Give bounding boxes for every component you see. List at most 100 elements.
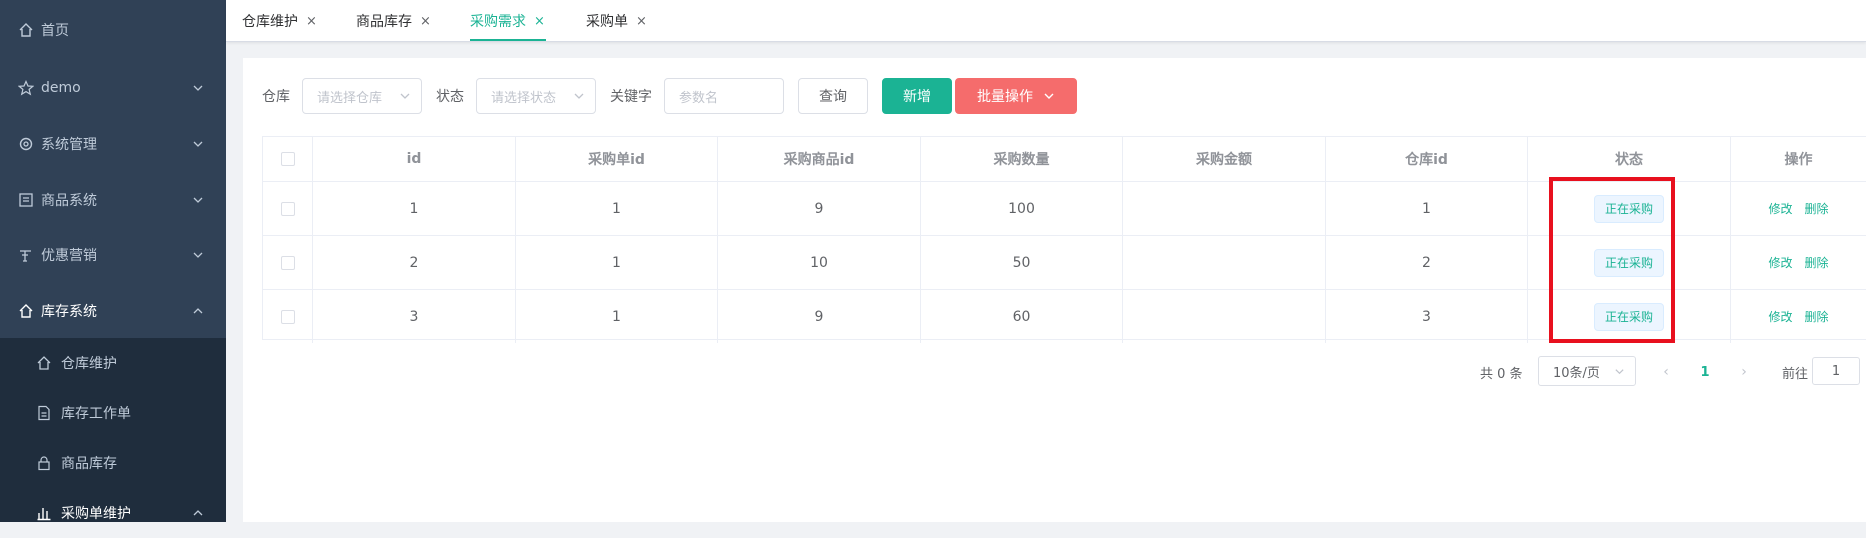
cell-sku-id: 9 — [718, 182, 921, 235]
home-icon — [36, 355, 52, 371]
product-icon — [18, 192, 34, 208]
next-page-button[interactable]: › — [1730, 358, 1758, 386]
chevron-up-icon — [193, 510, 203, 516]
edit-link[interactable]: 修改 — [1768, 200, 1792, 217]
cell-id: 3 — [313, 290, 516, 343]
page-size-value: 10条/页 — [1553, 365, 1600, 381]
checkbox[interactable] — [280, 201, 295, 216]
warehouse-placeholder: 请选择仓库 — [317, 90, 383, 106]
batch-operation-label: 批量操作 — [977, 89, 1033, 105]
header-sku-id: 采购商品id — [718, 137, 921, 181]
keyword-placeholder: 参数名 — [679, 90, 719, 106]
tabs-bar: 仓库维护 × 商品库存 × 采购需求 × 采购单 × — [226, 0, 1866, 42]
prev-page-button[interactable]: ‹ — [1652, 358, 1680, 386]
sidebar-item-label: 优惠营销 — [41, 248, 97, 264]
header-select-all[interactable] — [263, 137, 313, 181]
sidebar-subitem-label: 仓库维护 — [61, 356, 117, 372]
edit-link[interactable]: 修改 — [1768, 254, 1792, 271]
sidebar-subitem-stock[interactable]: 商品库存 — [0, 438, 226, 488]
cell-status: 正在采购 — [1528, 290, 1731, 343]
row-checkbox-cell[interactable] — [263, 290, 313, 343]
sidebar-subitem-purchase[interactable]: 采购单维护 — [0, 488, 226, 538]
cell-warehouse-id: 2 — [1326, 236, 1528, 289]
pagination-total: 共 0 条 — [1480, 367, 1523, 382]
close-icon[interactable]: × — [534, 14, 545, 29]
tab-stock[interactable]: 商品库存 × — [356, 0, 431, 42]
sidebar-item-home[interactable]: 首页 — [0, 2, 226, 58]
header-quantity: 采购数量 — [921, 137, 1123, 181]
edit-link[interactable]: 修改 — [1768, 308, 1792, 325]
header-amount: 采购金额 — [1123, 137, 1326, 181]
chevron-down-icon — [193, 85, 203, 91]
sidebar: 首页 demo 系统管理 商品系统 优惠营销 库存系统 仓库维护 库存工作单 商… — [0, 0, 226, 522]
delete-link[interactable]: 删除 — [1805, 200, 1829, 217]
cell-sku-id: 9 — [718, 290, 921, 343]
warehouse-label: 仓库 — [262, 89, 290, 105]
close-icon[interactable]: × — [636, 14, 647, 29]
lock-icon — [36, 455, 52, 471]
keyword-label: 关键字 — [610, 89, 652, 105]
goto-page-input[interactable]: 1 — [1812, 357, 1860, 385]
close-icon[interactable]: × — [306, 14, 317, 29]
status-select[interactable]: 请选择状态 — [476, 78, 596, 114]
tab-purchase-demand[interactable]: 采购需求 × — [470, 0, 545, 42]
page-size-select[interactable]: 10条/页 — [1538, 356, 1636, 386]
batch-operation-button[interactable]: 批量操作 — [955, 78, 1077, 114]
home-icon — [18, 303, 34, 319]
status-placeholder: 请选择状态 — [491, 90, 557, 106]
cell-status: 正在采购 — [1528, 182, 1731, 235]
sidebar-subitem-workorder[interactable]: 库存工作单 — [0, 388, 226, 438]
tab-purchase-order[interactable]: 采购单 × — [586, 0, 647, 42]
query-button[interactable]: 查询 — [798, 78, 868, 114]
gear-icon — [18, 136, 34, 152]
cell-warehouse-id: 1 — [1326, 182, 1528, 235]
status-badge: 正在采购 — [1593, 248, 1664, 277]
tab-warehouse[interactable]: 仓库维护 × — [242, 0, 317, 42]
sidebar-subitem-label: 商品库存 — [61, 456, 117, 472]
cell-id: 2 — [313, 236, 516, 289]
header-warehouse-id: 仓库id — [1326, 137, 1528, 181]
cell-quantity: 50 — [921, 236, 1123, 289]
chevron-down-icon — [1615, 369, 1624, 375]
home-icon — [18, 22, 34, 38]
sidebar-item-label: 系统管理 — [41, 137, 97, 153]
tab-label: 采购需求 — [470, 14, 526, 30]
submenu: 仓库维护 库存工作单 商品库存 采购单维护 — [0, 338, 226, 522]
keyword-input[interactable]: 参数名 — [664, 78, 784, 114]
chart-icon — [36, 505, 52, 521]
sidebar-item-product[interactable]: 商品系统 — [0, 172, 226, 228]
add-button[interactable]: 新增 — [882, 78, 952, 114]
cell-sku-id: 10 — [718, 236, 921, 289]
sidebar-subitem-warehouse[interactable]: 仓库维护 — [0, 338, 226, 388]
goto-label: 前往 — [1782, 367, 1809, 382]
cell-actions: 修改 删除 — [1731, 182, 1866, 235]
tab-label: 仓库维护 — [242, 14, 298, 30]
sidebar-item-system[interactable]: 系统管理 — [0, 116, 226, 172]
delete-link[interactable]: 删除 — [1805, 308, 1829, 325]
checkbox[interactable] — [280, 255, 295, 270]
delete-link[interactable]: 删除 — [1805, 254, 1829, 271]
cell-quantity: 100 — [921, 182, 1123, 235]
tab-label: 商品库存 — [356, 14, 412, 30]
checkbox[interactable] — [280, 152, 295, 166]
warehouse-select[interactable]: 请选择仓库 — [302, 78, 422, 114]
status-badge: 正在采购 — [1593, 302, 1664, 331]
active-tab-indicator — [470, 39, 546, 41]
cell-id: 1 — [313, 182, 516, 235]
page-number-1[interactable]: 1 — [1691, 358, 1719, 386]
checkbox[interactable] — [280, 309, 295, 324]
sidebar-item-inventory[interactable]: 库存系统 — [0, 283, 226, 339]
close-icon[interactable]: × — [420, 14, 431, 29]
row-checkbox-cell[interactable] — [263, 236, 313, 289]
sidebar-item-label: demo — [41, 80, 81, 96]
chevron-down-icon — [400, 93, 410, 99]
cell-amount — [1123, 182, 1326, 235]
sidebar-subitem-label: 库存工作单 — [61, 406, 131, 422]
sidebar-item-demo[interactable]: demo — [0, 60, 226, 116]
chevron-down-icon — [1044, 93, 1054, 99]
sidebar-item-label: 首页 — [41, 23, 69, 39]
row-checkbox-cell[interactable] — [263, 182, 313, 235]
data-table: id 采购单id 采购商品id 采购数量 采购金额 仓库id 状态 操作 1 1… — [262, 136, 1866, 343]
sidebar-item-coupon[interactable]: 优惠营销 — [0, 227, 226, 283]
cell-order-id: 1 — [516, 182, 718, 235]
